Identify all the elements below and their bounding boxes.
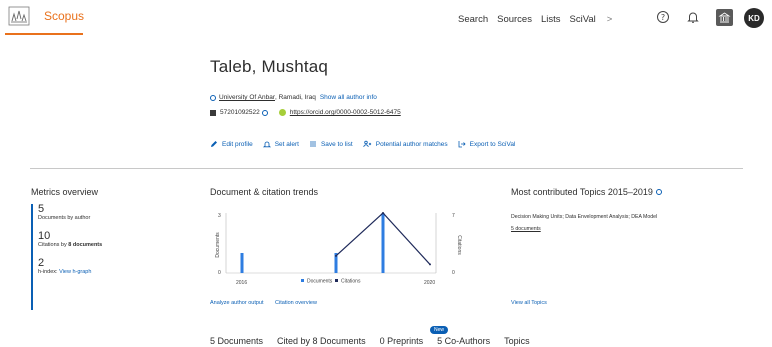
h-index-value: 2	[38, 257, 45, 269]
author-id: 57201092522	[220, 109, 260, 116]
nav-scival[interactable]: SciVal >	[570, 14, 622, 25]
set-alert-label: Set alert	[274, 140, 299, 148]
citation-overview-link[interactable]: Citation overview	[275, 300, 317, 306]
identifier-row: 57201092522 https://orcid.org/0000-0002-…	[210, 109, 401, 116]
export-to-scival-label: Export to SciVal	[469, 140, 516, 148]
list-icon	[309, 141, 316, 147]
people-icon	[363, 140, 371, 148]
potential-author-matches-button[interactable]: Potential author matches	[363, 140, 448, 148]
topics-info-icon[interactable]	[655, 189, 662, 195]
new-badge: New	[430, 326, 449, 334]
top-bar: Scopus Search Sources Lists SciVal > ? KD	[0, 0, 772, 38]
results-tabs: 5 Documents Cited by 8 Documents 0 Prepr…	[210, 336, 544, 347]
documents-count: 5	[38, 203, 45, 215]
nav-lists[interactable]: Lists	[541, 14, 561, 25]
trend-links: Analyze author output Citation overview	[210, 300, 327, 306]
bell-icon[interactable]	[686, 10, 702, 26]
brand-underline	[5, 33, 83, 35]
documents-label: Documents by author	[38, 215, 91, 221]
svg-text:?: ?	[661, 13, 665, 22]
bell-outline-icon	[262, 141, 271, 148]
y-axis-label: Documents	[215, 232, 221, 258]
nav-scival-label: SciVal	[569, 14, 596, 25]
section-divider	[30, 168, 743, 169]
potential-author-matches-label: Potential author matches	[375, 140, 448, 148]
orcid-link[interactable]: https://orcid.org/0000-0002-5012-6475	[290, 109, 401, 116]
info-icon	[210, 94, 216, 101]
citations-label: Citations by 8 documents	[38, 242, 151, 249]
author-id-info-icon[interactable]	[261, 109, 268, 116]
tab-preprints[interactable]: 0 Preprints	[380, 336, 424, 347]
analyze-author-output-link[interactable]: Analyze author output	[210, 300, 264, 306]
view-all-topics-link[interactable]: View all Topics	[511, 300, 547, 306]
topics-title: Most contributed Topics 2015–2019	[511, 187, 662, 197]
legend-citations: Citations	[341, 279, 361, 285]
orcid-icon	[278, 109, 286, 116]
affiliation-location: , Ramadi, Iraq	[275, 94, 316, 101]
external-arrow-icon: >	[606, 14, 613, 25]
tab-topics[interactable]: Topics	[504, 336, 530, 347]
citations-label-docs: 8 documents	[68, 242, 103, 248]
citations-point-2020	[429, 263, 431, 266]
profile-actions: Edit profile Set alert Save to list Pote…	[210, 140, 525, 148]
y2-tick-top: 7	[452, 213, 455, 219]
top-nav: Search Sources Lists SciVal >	[458, 14, 630, 25]
view-h-graph-link[interactable]: View h-graph	[59, 269, 91, 275]
citations-point-2018	[335, 254, 337, 257]
pencil-icon	[211, 141, 217, 147]
y2-tick-bottom: 0	[452, 270, 455, 276]
save-to-list-button[interactable]: Save to list	[309, 140, 353, 148]
author-name: Taleb, Mushtaq	[210, 57, 329, 76]
nav-sources[interactable]: Sources	[497, 14, 532, 25]
y-tick-bottom: 0	[218, 270, 221, 276]
save-to-list-label: Save to list	[320, 140, 353, 148]
affiliation-row: University Of Anbar , Ramadi, Iraq Show …	[210, 94, 377, 101]
documents-bar-2016	[240, 253, 244, 273]
documents-bar-2019	[381, 213, 385, 273]
help-icon[interactable]: ?	[656, 10, 672, 26]
scopus-logo[interactable]: Scopus	[8, 6, 84, 26]
show-all-info-link[interactable]: Show all author info	[320, 94, 377, 101]
edit-profile-button[interactable]: Edit profile	[210, 140, 253, 148]
topics-title-text: Most contributed Topics 2015–2019	[511, 187, 653, 197]
brand-name: Scopus	[44, 9, 85, 23]
elsevier-tree-icon	[8, 6, 30, 26]
y-tick-top: 3	[218, 213, 221, 219]
trends-title: Document & citation trends	[210, 187, 319, 197]
institution-icon[interactable]	[716, 9, 733, 26]
citations-label-prefix: Citations by	[38, 242, 69, 248]
author-id-icon	[210, 109, 216, 116]
y2-axis-label: Citations	[456, 235, 462, 255]
tab-documents[interactable]: 5 Documents	[210, 336, 263, 347]
citation-trends-chart: Documents Citations 3 0 7 0 2016 2020 Do…	[215, 212, 462, 286]
export-icon	[458, 141, 466, 148]
topic-name[interactable]: Decision Making Units; Data Envelopment …	[511, 214, 657, 220]
edit-profile-label: Edit profile	[222, 140, 253, 148]
metrics-overview-title: Metrics overview	[31, 187, 99, 197]
export-to-scival-button[interactable]: Export to SciVal	[458, 140, 516, 148]
legend-documents-swatch	[301, 279, 304, 282]
tab-cited-by[interactable]: Cited by 8 Documents	[277, 336, 366, 347]
topic-documents-link[interactable]: 5 documents	[511, 226, 541, 232]
citations-point-2019	[382, 212, 384, 214]
metrics-panel: 5 Documents by author 10 Citations by 8 …	[31, 204, 151, 310]
chart-marks	[240, 212, 431, 273]
citations-count: 10	[38, 230, 51, 242]
affiliation-link[interactable]: University Of Anbar	[219, 94, 275, 101]
legend-documents: Documents	[307, 279, 333, 285]
h-index-label: h-index:	[38, 269, 58, 275]
chart-legend: Documents Citations	[301, 279, 361, 285]
x-tick-start: 2016	[236, 280, 247, 286]
legend-citations-swatch	[335, 279, 338, 282]
avatar[interactable]: KD	[744, 8, 764, 28]
h-index-row: h-index: View h-graph	[38, 269, 151, 276]
tab-co-authors[interactable]: 5 Co-Authors	[437, 336, 490, 347]
nav-search[interactable]: Search	[458, 14, 488, 25]
set-alert-button[interactable]: Set alert	[262, 140, 299, 148]
x-tick-end: 2020	[424, 280, 435, 286]
